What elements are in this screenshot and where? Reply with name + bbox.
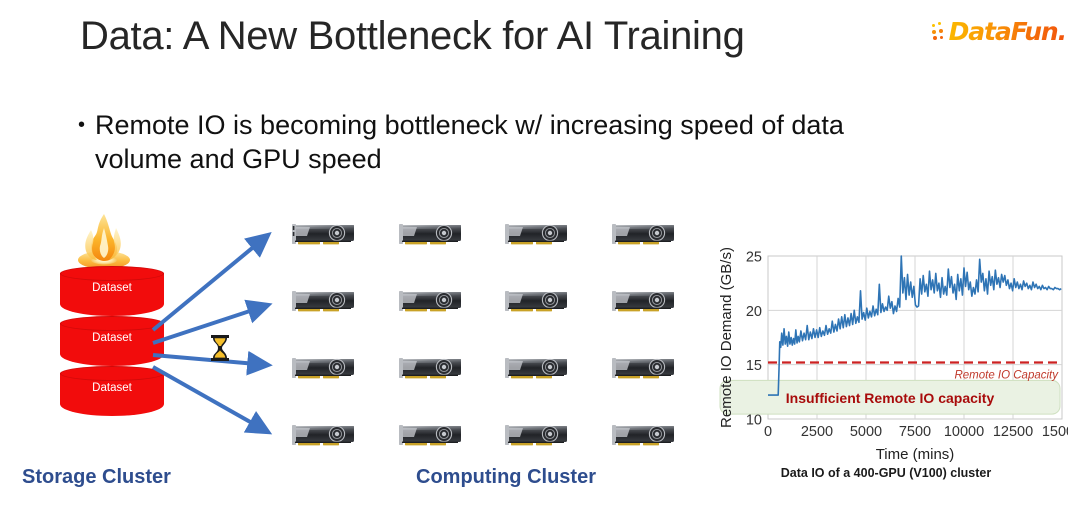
flame-icon — [78, 214, 130, 269]
arrow-1 — [151, 231, 272, 332]
dots-cluster-icon — [931, 21, 948, 41]
x-tick-label: 15000 — [1042, 424, 1068, 440]
y-tick-label: 20 — [746, 304, 762, 320]
bullet-block: • Remote IO is becoming bottleneck w/ in… — [78, 108, 978, 176]
x-axis-label: Time (mins) — [876, 446, 955, 463]
x-tick-label: 7500 — [899, 424, 931, 440]
io-demand-chart: Remote IO Capacity Insufficient Remote IO… — [716, 248, 1068, 498]
x-tick-label: 12500 — [993, 424, 1033, 440]
dataset-label: Dataset — [92, 382, 132, 394]
gpu-card-icon — [505, 222, 571, 248]
chart-svg: Remote IO Capacity Insufficient Remote IO… — [718, 248, 1068, 463]
bullet-text: Remote IO is becoming bottleneck w/ incr… — [95, 110, 844, 174]
gpu-card-icon — [611, 356, 678, 382]
x-tick-label: 0 — [764, 424, 772, 440]
x-tick-label: 5000 — [850, 424, 882, 440]
y-tick-label: 15 — [746, 358, 762, 374]
dataset-cylinder-stack: Dataset Dataset Dataset — [60, 266, 164, 416]
bullet-marker-icon: • — [78, 114, 86, 136]
gpu-card-icon — [292, 289, 358, 315]
hourglass-icon — [211, 335, 229, 361]
page-title: Data: A New Bottleneck for AI Training — [80, 14, 745, 58]
gpu-card-icon — [398, 222, 465, 248]
gpu-card-icon — [505, 423, 571, 449]
y-axis-label: Remote IO Demand (GB/s) — [718, 248, 735, 428]
gpu-card-icon — [611, 423, 678, 449]
dataset-cylinder: Dataset — [60, 266, 164, 316]
gpu-card-icon — [292, 222, 358, 248]
dataset-cylinder: Dataset — [60, 366, 164, 416]
brand-name: DataFun. — [948, 16, 1068, 46]
gpu-card-icon — [398, 356, 465, 382]
gpu-card-icon — [611, 289, 678, 315]
chart-caption: Data IO of a 400-GPU (V100) cluster — [780, 466, 992, 480]
brand-logo: DataFun. — [931, 16, 1068, 46]
gpu-card-icon — [505, 289, 571, 315]
gpu-grid — [292, 222, 680, 452]
insufficient-capacity-annotation: Insufficient Remote IO capacity — [786, 390, 995, 406]
y-tick-label: 25 — [746, 250, 762, 266]
computing-cluster-label: Computing Cluster — [416, 466, 596, 488]
dataset-label: Dataset — [92, 332, 132, 344]
capacity-line-label: Remote IO Capacity — [954, 369, 1059, 381]
storage-cluster-label: Storage Cluster — [22, 466, 171, 488]
gpu-card-icon — [292, 356, 358, 382]
gpu-card-icon — [398, 289, 465, 315]
x-tick-label: 10000 — [944, 424, 984, 440]
gpu-card-icon — [292, 423, 358, 449]
x-tick-label: 2500 — [801, 424, 833, 440]
gpu-card-icon — [505, 356, 571, 382]
dataset-label: Dataset — [92, 282, 132, 294]
gpu-card-icon — [398, 423, 465, 449]
arrow-4 — [152, 365, 273, 435]
y-tick-label: 10 — [746, 413, 762, 429]
dataset-cylinder: Dataset — [60, 316, 164, 366]
gpu-card-icon — [611, 222, 678, 248]
